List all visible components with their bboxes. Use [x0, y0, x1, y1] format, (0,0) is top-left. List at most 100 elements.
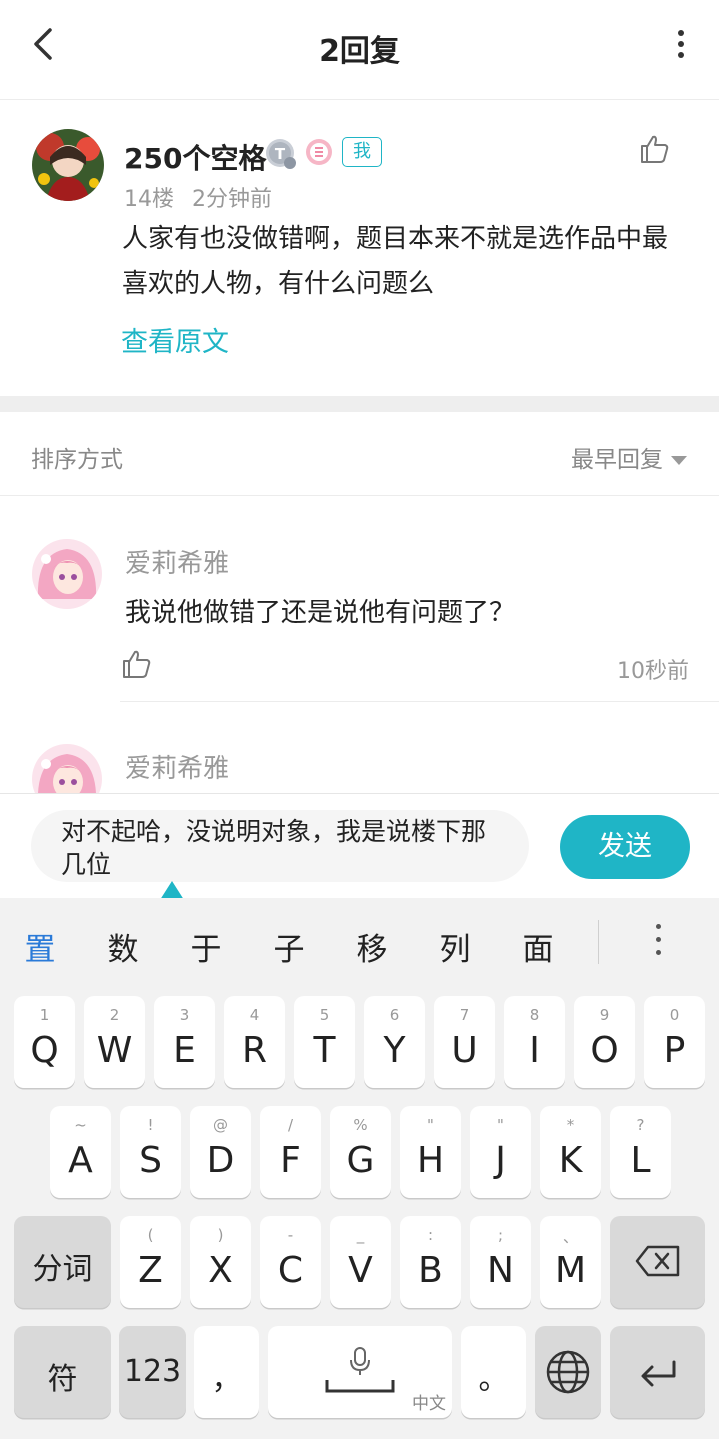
key-label: 分词	[32, 1252, 93, 1287]
enter-key[interactable]	[610, 1326, 705, 1418]
key-letter: R	[241, 1030, 267, 1071]
comment-input-bar: 对不起哈，没说明对象，我是说楼下那几位 发送	[0, 793, 719, 898]
key-v[interactable]: _ V	[330, 1216, 391, 1308]
key-h[interactable]: " H	[400, 1106, 461, 1198]
key-r[interactable]: 4R	[224, 996, 285, 1088]
like-button[interactable]	[638, 133, 670, 165]
key-hint: :	[427, 1226, 434, 1244]
key-hint: 7	[459, 1006, 470, 1024]
avatar[interactable]	[32, 539, 102, 609]
period-key[interactable]: 。	[461, 1326, 526, 1418]
key-letter: T	[313, 1030, 336, 1071]
key-letter: M	[554, 1250, 587, 1291]
backspace-key[interactable]	[610, 1216, 705, 1308]
send-button[interactable]: 发送	[560, 815, 690, 879]
key-letter: K	[558, 1140, 583, 1181]
key-j[interactable]: " J	[470, 1106, 531, 1198]
key-hint: 0	[669, 1006, 680, 1024]
more-menu-button[interactable]	[677, 30, 685, 60]
key-i[interactable]: 8I	[504, 996, 565, 1088]
key-p[interactable]: 0P	[644, 996, 705, 1088]
key-hint: 、	[562, 1228, 578, 1246]
candidate-word[interactable]: 置	[20, 924, 60, 969]
key-hint: "	[427, 1116, 434, 1134]
key-hint: /	[287, 1116, 294, 1134]
reply-username[interactable]: 爱莉希雅	[125, 748, 229, 785]
more-dot-icon	[678, 30, 684, 36]
numbers-key[interactable]: 123	[119, 1326, 186, 1418]
candidate-word[interactable]: 于	[186, 924, 226, 969]
key-letter: P	[663, 1030, 686, 1071]
key-hint: @	[213, 1116, 228, 1134]
key-hint: 8	[529, 1006, 540, 1024]
candidate-more-button[interactable]	[654, 924, 662, 960]
avatar-image	[32, 744, 102, 793]
key-e[interactable]: 3E	[154, 996, 215, 1088]
candidate-word[interactable]: 移	[352, 924, 392, 969]
candidate-divider	[598, 920, 599, 964]
key-hint: *	[566, 1116, 575, 1134]
key-f[interactable]: / F	[260, 1106, 321, 1198]
page-title: 2回复	[319, 34, 400, 69]
segment-key[interactable]: 分词	[14, 1216, 111, 1308]
like-button[interactable]	[120, 648, 152, 680]
key-t[interactable]: 5T	[294, 996, 355, 1088]
key-q[interactable]: 1Q	[14, 996, 75, 1088]
post-username[interactable]: 250个空格	[124, 137, 266, 177]
space-key[interactable]: 中文	[268, 1326, 452, 1418]
key-u[interactable]: 7U	[434, 996, 495, 1088]
comma-key[interactable]: ，	[194, 1326, 259, 1418]
avatar-image	[32, 129, 104, 201]
key-hint: 6	[389, 1006, 400, 1024]
space-bar-icon	[325, 1380, 395, 1393]
reply-username[interactable]: 爱莉希雅	[125, 543, 229, 580]
candidate-word[interactable]: 列	[435, 924, 475, 969]
key-letter: V	[348, 1250, 373, 1291]
reply-time: 10秒前	[617, 659, 689, 684]
key-c[interactable]: -C	[260, 1216, 321, 1308]
key-letter: Z	[138, 1250, 163, 1291]
candidate-word[interactable]: 面	[518, 924, 558, 969]
key-letter: Y	[383, 1030, 406, 1071]
sort-bar: 排序方式 最早回复	[0, 412, 719, 496]
comment-input[interactable]: 对不起哈，没说明对象，我是说楼下那几位	[31, 810, 529, 882]
key-hint: 3	[179, 1006, 190, 1024]
key-l[interactable]: ? L	[610, 1106, 671, 1198]
key-z[interactable]: (Z	[120, 1216, 181, 1308]
key-letter: L	[630, 1140, 651, 1181]
key-letter: W	[96, 1030, 133, 1071]
key-o[interactable]: 9O	[574, 996, 635, 1088]
svg-text:T: T	[275, 145, 286, 163]
candidate-word[interactable]: 数	[103, 924, 143, 969]
key-y[interactable]: 6Y	[364, 996, 425, 1088]
key-hint: (	[147, 1226, 154, 1244]
return-arrow-icon	[641, 1360, 676, 1387]
key-letter: S	[139, 1140, 162, 1181]
key-hint: ;	[497, 1226, 504, 1244]
key-m[interactable]: 、 M	[540, 1216, 601, 1308]
key-label: 。	[478, 1362, 509, 1397]
key-g[interactable]: % G	[330, 1106, 391, 1198]
avatar[interactable]	[32, 744, 102, 793]
post-content: 人家有也没做错啊，题目本来不就是选作品中最喜欢的人物，有什么问题么	[122, 224, 669, 299]
key-a[interactable]: ~ A	[50, 1106, 111, 1198]
key-letter: N	[487, 1250, 514, 1291]
language-key[interactable]	[535, 1326, 601, 1418]
avatar[interactable]	[32, 129, 104, 201]
key-n[interactable]: ; N	[470, 1216, 531, 1308]
key-d[interactable]: @ D	[190, 1106, 251, 1198]
candidate-word[interactable]: 子	[269, 924, 309, 969]
key-s[interactable]: ! S	[120, 1106, 181, 1198]
key-w[interactable]: 2W	[84, 996, 145, 1088]
sort-dropdown[interactable]: 最早回复	[571, 440, 687, 474]
key-hint: %	[353, 1116, 368, 1134]
key-b[interactable]: :B	[400, 1216, 461, 1308]
key-k[interactable]: * K	[540, 1106, 601, 1198]
key-x[interactable]: ) X	[190, 1216, 251, 1308]
view-original-link[interactable]: 查看原文	[121, 320, 229, 359]
input-language-label: 中文	[412, 1394, 446, 1414]
symbol-key[interactable]: 符	[14, 1326, 111, 1418]
post-time: 2分钟前	[192, 187, 272, 212]
key-letter: A	[68, 1140, 93, 1181]
key-hint: 4	[249, 1006, 260, 1024]
